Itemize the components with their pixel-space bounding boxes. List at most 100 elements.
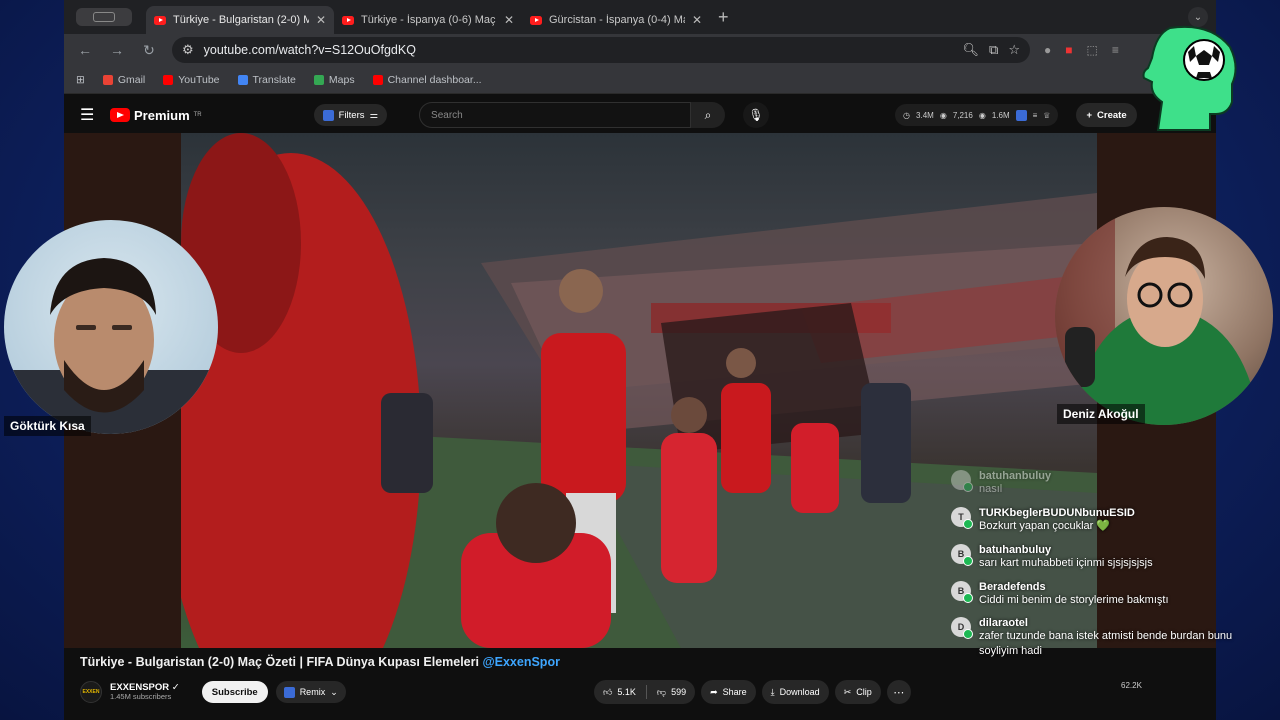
chat-username: batuhanbuluy xyxy=(979,543,1052,556)
youtube-studio-icon xyxy=(372,74,383,85)
youtube-logo[interactable]: Premium TR xyxy=(110,108,202,123)
reload-icon[interactable]: ↻ xyxy=(140,42,158,59)
chat-username: TURKbeglerBUDUNbunuESID xyxy=(979,506,1135,519)
search-placeholder: Search xyxy=(431,109,463,121)
youtube-favicon-icon xyxy=(342,15,354,25)
bookmark-youtube[interactable]: YouTube xyxy=(163,74,220,86)
channel-info: EXXENSPOR ✓ 1.45M subscribers xyxy=(110,681,180,702)
chat-message: B batuhanbuluy sarı kart muhabbeti içinm… xyxy=(951,543,1251,571)
football-head-logo xyxy=(1142,25,1237,131)
like-dislike-group: 👍︎ 5.1K 👎︎ 599 xyxy=(594,680,696,704)
chat-text: Ciddi mi benim de storylerime bakmıştı xyxy=(979,593,1169,606)
filters-button[interactable]: Filters ⚌ xyxy=(313,104,388,126)
streamer-right-face xyxy=(1055,207,1260,425)
clip-button[interactable]: ✂ Clip xyxy=(834,680,881,704)
stats-widget: ◷ 3.4M ◉ 7,216 ◉ 1.6M ≡ ♕ xyxy=(895,104,1059,126)
channel-handle-link[interactable]: @ExxenSpor xyxy=(482,655,560,669)
chat-message: B Beradefends Ciddi mi benim de storyler… xyxy=(951,580,1251,608)
chat-message: D dilaraotel zafer tuzunde bana istek at… xyxy=(951,617,1251,659)
more-options-button[interactable]: ⋯ xyxy=(886,680,911,704)
address-bar: ← → ↻ ⚙ youtube.com/watch?v=S12OuOfgdKQ … xyxy=(64,34,1216,66)
tab-title: Gürcistan - İspanya (0-4) Ma xyxy=(549,14,685,26)
chat-text: Bozkurt yapan çocuklar 💚 xyxy=(979,519,1111,532)
bookmark-gmail[interactable]: Gmail xyxy=(102,74,145,86)
zoom-icon[interactable]: 🔍︎ xyxy=(963,42,980,58)
chat-avatar: D xyxy=(951,617,973,640)
search-button[interactable]: ⌕ xyxy=(691,102,726,128)
microphone-icon: 🎙︎ xyxy=(748,108,764,122)
subscribe-button[interactable]: Subscribe xyxy=(201,681,268,703)
gmail-icon xyxy=(102,74,113,85)
logo-text: Premium xyxy=(134,107,190,123)
bookmark-maps[interactable]: Maps xyxy=(313,74,355,86)
youtube-header: ☰ Premium TR Filters ⚌ Search ⌕ 🎙︎ ◷ 3.4… xyxy=(64,97,1216,133)
download-button[interactable]: ⤓ Download xyxy=(761,680,829,704)
thumbs-down-icon[interactable]: 👎︎ xyxy=(657,687,666,698)
chat-overlay-count: 62.2K xyxy=(1121,681,1142,690)
share-label: Share xyxy=(722,687,747,697)
more-icon: ⋯ xyxy=(893,686,905,699)
region-code: TR xyxy=(193,112,202,118)
video-title: Türkiye - Bulgaristan (2-0) Maç Özeti | … xyxy=(80,655,560,669)
channel-avatar[interactable]: EXXEN xyxy=(80,681,102,703)
create-button[interactable]: + Create xyxy=(1076,103,1137,127)
stat-views: 3.4M xyxy=(916,110,934,120)
extension-badge-icon xyxy=(283,686,295,698)
youtube-extension-icon[interactable]: ■ xyxy=(1065,43,1072,57)
puzzle-icon[interactable]: ⬚ xyxy=(1087,43,1098,57)
back-icon[interactable]: ← xyxy=(76,42,94,58)
close-icon[interactable]: ✕ xyxy=(316,13,326,27)
clip-label: Clip xyxy=(856,687,872,697)
clock-icon: ◷ xyxy=(903,110,911,120)
webcam-left xyxy=(4,220,218,434)
search-input[interactable]: Search xyxy=(419,102,692,128)
chat-message: batuhanbuluy nasıl xyxy=(951,470,1251,497)
extension-badge-icon xyxy=(1015,109,1027,121)
tab-group-icon[interactable] xyxy=(76,8,132,26)
new-tab-icon[interactable]: + xyxy=(718,7,729,28)
share-button[interactable]: ➦ Share xyxy=(701,680,756,704)
reading-list-icon[interactable]: ≡ xyxy=(1112,43,1119,57)
site-info-icon[interactable]: ⚙ xyxy=(182,42,194,58)
tab-3[interactable]: Gürcistan - İspanya (0-4) Ma ✕ xyxy=(522,6,710,34)
streamer-right-name: Deniz Akoğul xyxy=(1057,404,1145,424)
like-count[interactable]: 5.1K xyxy=(617,687,636,697)
eye-icon: ◉ xyxy=(939,110,947,120)
tab-1[interactable]: Türkiye - Bulgaristan (2-0) M ✕ xyxy=(146,6,334,34)
create-label: Create xyxy=(1097,109,1127,121)
tab-title: Türkiye - İspanya (0-6) Maç Ö xyxy=(361,14,497,26)
eye-icon: ◉ xyxy=(978,110,986,120)
chat-avatar: B xyxy=(951,543,973,566)
chat-text: sarı kart muhabbeti içinmi sjsjsjsjsjs xyxy=(979,556,1153,569)
bookmark-translate[interactable]: Translate xyxy=(237,74,296,86)
dislike-count[interactable]: 599 xyxy=(671,687,686,697)
chevron-down-icon: ⌄ xyxy=(330,686,338,697)
trophy-icon: ♕ xyxy=(1043,110,1051,120)
video-title-text: Türkiye - Bulgaristan (2-0) Maç Özeti | … xyxy=(80,655,479,669)
remix-label: Remix xyxy=(299,687,326,697)
close-icon[interactable]: ✕ xyxy=(692,13,702,27)
webcam-right xyxy=(1055,207,1273,425)
verified-icon: ✓ xyxy=(171,681,180,693)
voice-search-button[interactable]: 🎙︎ xyxy=(743,102,770,128)
extension-dot-icon[interactable]: ● xyxy=(1044,43,1051,57)
tab-title: Türkiye - Bulgaristan (2-0) M xyxy=(173,14,309,26)
chat-avatar: B xyxy=(951,580,973,603)
tab-2[interactable]: Türkiye - İspanya (0-6) Maç Ö ✕ xyxy=(334,6,522,34)
forward-icon[interactable]: → xyxy=(108,42,126,58)
menu-icon[interactable]: ☰ xyxy=(80,105,100,125)
download-label: Download xyxy=(779,687,820,697)
search-icon: ⌕ xyxy=(704,107,712,122)
bookmark-channel-dashboard[interactable]: Channel dashboar... xyxy=(372,74,482,86)
star-icon[interactable]: ☆ xyxy=(1008,42,1020,58)
apps-grid-icon[interactable]: ⊞ xyxy=(76,74,85,86)
remix-button[interactable]: Remix ⌄ xyxy=(275,681,346,703)
thumbs-up-icon[interactable]: 👍︎ xyxy=(603,687,612,698)
url-field[interactable]: ⚙ youtube.com/watch?v=S12OuOfgdKQ 🔍︎ ⧉ ☆ xyxy=(172,37,1030,63)
plus-icon: + xyxy=(1086,109,1093,121)
youtube-icon xyxy=(163,74,174,85)
maps-icon xyxy=(313,74,324,85)
cast-icon[interactable]: ⧉ xyxy=(989,42,998,58)
tab-bar: Türkiye - Bulgaristan (2-0) M ✕ Türkiye … xyxy=(64,0,1216,34)
close-icon[interactable]: ✕ xyxy=(504,13,514,27)
